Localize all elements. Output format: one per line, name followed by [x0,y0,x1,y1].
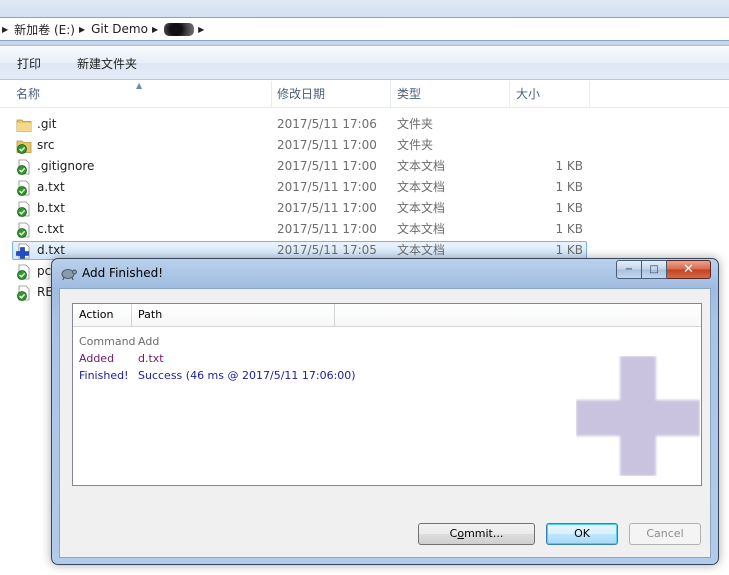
result-path: Add [138,335,160,348]
breadcrumb-drive[interactable]: 新加卷 (E:) ▶ [14,21,91,38]
result-action: Added [79,352,115,365]
chevron-right-icon[interactable]: ▶ [2,25,8,34]
file-date: 2017/5/11 17:06 [277,117,377,131]
chevron-right-icon[interactable]: ▶ [79,25,85,34]
folder-icon [16,117,32,133]
file-row[interactable]: .git 2017/5/11 17:06 文件夹 [0,114,729,135]
file-versioned-icon [16,222,32,238]
cancel-button[interactable]: Cancel [629,523,701,545]
added-plus-icon [576,356,700,476]
file-type: 文本文档 [397,159,446,173]
result-action: Finished! [79,369,129,382]
file-row[interactable]: c.txt 2017/5/11 17:00 文本文档 1 KB [0,219,729,240]
file-date: 2017/5/11 17:00 [277,138,377,152]
print-button[interactable]: 打印 [8,55,50,72]
maximize-button[interactable]: □ [642,260,667,279]
minimize-button[interactable]: − [616,260,642,279]
file-versioned-icon [16,180,32,196]
column-name[interactable]: 名称 [10,81,272,108]
file-size: 1 KB [555,201,583,215]
file-type: 文件夹 [397,138,434,152]
file-name[interactable]: src [37,135,55,156]
result-action: Command [79,335,136,348]
file-type: 文本文档 [397,201,446,215]
dialog-body: Action Path Command Add Added d.txt Finished… [59,288,711,558]
close-button[interactable]: ✕ [667,260,711,279]
file-type: 文本文档 [397,222,446,236]
file-name[interactable]: .gitignore [37,156,94,177]
result-path: Success (46 ms @ 2017/5/11 17:06:00) [138,369,356,382]
file-name[interactable]: b.txt [37,198,65,219]
window-controls: − □ ✕ [616,260,711,279]
dialog-title: Add Finished! [82,266,164,280]
file-row[interactable]: src 2017/5/11 17:00 文件夹 [0,135,729,156]
file-added-icon [16,243,32,259]
file-name[interactable]: pc [37,261,51,282]
file-row[interactable]: a.txt 2017/5/11 17:00 文本文档 1 KB [0,177,729,198]
chevron-right-icon[interactable]: ▶ [198,25,204,34]
breadcrumb-drive-label[interactable]: 新加卷 (E:) [14,21,75,38]
result-path: d.txt [138,352,164,365]
file-row[interactable]: b.txt 2017/5/11 17:00 文本文档 1 KB [0,198,729,219]
file-name[interactable]: a.txt [37,177,65,198]
file-row[interactable]: .gitignore 2017/5/11 17:00 文本文档 1 KB [0,156,729,177]
breadcrumb-root[interactable]: ▶ [0,25,14,34]
header-path[interactable]: Path [132,304,335,326]
redacted-blot [164,22,195,36]
column-type[interactable]: 类型 [391,81,510,108]
result-list-header: Action Path [73,304,701,327]
file-name[interactable]: c.txt [37,219,64,240]
file-versioned-icon [16,264,32,280]
column-date[interactable]: 修改日期 [271,81,391,108]
file-size: 1 KB [555,180,583,194]
address-bar: ▶ 新加卷 (E:) ▶ Git Demo ▶ ▶ [0,0,729,46]
file-size [510,114,583,135]
tortoise-icon [61,269,77,281]
file-type: 文本文档 [397,180,446,194]
file-date: 2017/5/11 17:00 [277,159,377,173]
toolbar: 打印 新建文件夹 [0,47,729,80]
breadcrumb-redacted-folder[interactable]: ▶ [164,22,210,36]
file-size [510,135,583,156]
file-date: 2017/5/11 17:00 [277,180,377,194]
add-finished-dialog: Add Finished! − □ ✕ Action Path Command A… [51,258,719,565]
breadcrumb[interactable]: ▶ 新加卷 (E:) ▶ Git Demo ▶ ▶ [0,17,729,41]
commit-label-suffix: mmit... [464,527,504,540]
file-versioned-icon [16,285,32,301]
file-type: 文件夹 [397,117,434,131]
column-size[interactable]: 大小 [510,81,590,108]
file-size: 1 KB [555,222,583,236]
new-folder-button[interactable]: 新建文件夹 [68,55,146,72]
breadcrumb-git-demo-label[interactable]: Git Demo [91,22,148,36]
result-row[interactable]: Command Add [73,333,701,350]
header-action[interactable]: Action [73,304,132,326]
column-header: ▲ 名称 修改日期 类型 大小 [0,81,729,108]
breadcrumb-git-demo[interactable]: Git Demo ▶ [91,22,164,36]
file-versioned-icon [16,159,32,175]
file-date: 2017/5/11 17:00 [277,222,377,236]
file-size: 1 KB [555,159,583,173]
file-date: 2017/5/11 17:00 [277,201,377,215]
file-name[interactable]: .git [37,114,56,135]
chevron-right-icon[interactable]: ▶ [152,25,158,34]
result-list[interactable]: Action Path Command Add Added d.txt Finished… [72,303,702,486]
commit-button[interactable]: Commit... [418,523,535,545]
ok-button[interactable]: OK [546,523,618,545]
file-versioned-icon [16,201,32,217]
folder-versioned-icon [16,138,32,154]
